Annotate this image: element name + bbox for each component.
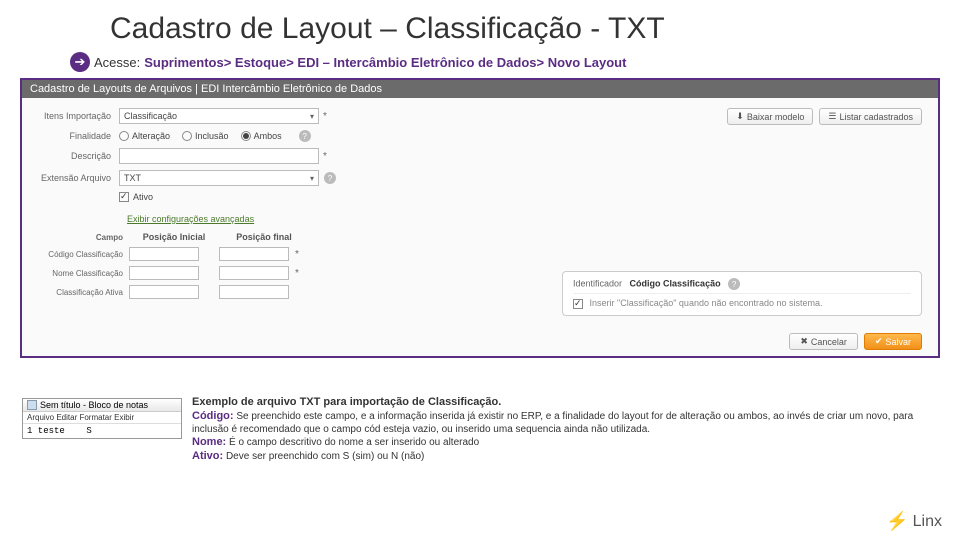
select-extensao[interactable]: TXT ▾ <box>119 170 319 186</box>
identificador-box: Identificador Código Classificação ? Ins… <box>562 271 922 316</box>
row-nome-label: Nome Classificação <box>34 269 129 278</box>
required-mark: * <box>295 249 299 260</box>
radio-ambos[interactable] <box>241 131 251 141</box>
desc-codigo-t: Se preenchido este campo, e a informação… <box>192 411 913 435</box>
ident-head-value: Código Classificação <box>630 279 721 289</box>
download-model-button[interactable]: ⬇ Baixar modelo <box>727 108 813 125</box>
notepad-icon <box>27 400 37 410</box>
breadcrumb: ➔ Acesse: Suprimentos> Estoque> EDI – In… <box>0 46 960 78</box>
desc-nome-h: Nome: <box>192 436 226 448</box>
desc-codigo-h: Código: <box>192 410 234 422</box>
desc-lead: Exemplo de arquivo TXT para importação d… <box>192 396 501 408</box>
notepad-window: Sem título - Bloco de notas Arquivo Edit… <box>22 398 182 439</box>
help-icon[interactable]: ? <box>299 130 311 142</box>
notepad-menu[interactable]: Arquivo Editar Formatar Exibir <box>23 412 181 424</box>
help-icon[interactable]: ? <box>324 172 336 184</box>
required-mark: * <box>295 268 299 279</box>
desc-ativo-h: Ativo: <box>192 450 223 462</box>
input-codigo-fin[interactable] <box>219 247 289 261</box>
input-codigo-ini[interactable] <box>129 247 199 261</box>
radio-alteracao-label: Alteração <box>132 131 170 141</box>
col-posfin: Posição final <box>219 232 309 242</box>
save-label: Salvar <box>885 337 911 347</box>
input-descricao[interactable] <box>119 148 319 164</box>
access-label: Acesse: <box>94 55 140 70</box>
download-icon: ⬇ <box>736 111 744 122</box>
list-registered-button[interactable]: ☰ Listar cadastrados <box>819 108 922 125</box>
desc-ativo-t: Deve ser preenchido com S (sim) ou N (nã… <box>223 451 424 462</box>
radio-inclusao[interactable] <box>182 131 192 141</box>
chevron-down-icon: ▾ <box>310 174 314 183</box>
cancel-label: Cancelar <box>811 337 847 347</box>
select-ext-value: TXT <box>124 173 141 183</box>
label-extensao: Extensão Arquivo <box>34 173 119 183</box>
col-posini: Posição Inicial <box>129 232 219 242</box>
input-ativa-ini[interactable] <box>129 285 199 299</box>
notepad-titlebar: Sem título - Bloco de notas <box>23 399 181 412</box>
list-label: Listar cadastrados <box>839 112 913 122</box>
ident-head-label: Identificador <box>573 279 622 289</box>
checkbox-ativo-label: Ativo <box>133 192 153 202</box>
desc-nome-t: É o campo descritivo do nome a ser inser… <box>226 437 479 448</box>
radio-ambos-label: Ambos <box>254 131 282 141</box>
row-codigo-label: Código Classificação <box>34 250 129 259</box>
page-title: Cadastro de Layout – Classificação - TXT <box>0 0 960 46</box>
advanced-link[interactable]: Exibir configurações avançadas <box>127 214 254 224</box>
select-itens-importacao[interactable]: Classificação ▾ <box>119 108 319 124</box>
chevron-down-icon: ▾ <box>310 112 314 121</box>
form-panel: Cadastro de Layouts de Arquivos | EDI In… <box>20 78 940 358</box>
input-ativa-fin[interactable] <box>219 285 289 299</box>
required-mark: * <box>323 111 327 122</box>
help-icon[interactable]: ? <box>728 278 740 290</box>
breadcrumb-path: Suprimentos> Estoque> EDI – Intercâmbio … <box>144 55 626 70</box>
save-button[interactable]: ✔ Salvar <box>864 333 922 350</box>
download-label: Baixar modelo <box>747 112 805 122</box>
check-icon: ✔ <box>875 336 883 347</box>
close-icon: ✖ <box>800 336 808 347</box>
checkbox-inserir[interactable] <box>573 299 583 309</box>
checkbox-ativo[interactable] <box>119 192 129 202</box>
bolt-icon: ⚡ <box>886 511 908 532</box>
select-value: Classificação <box>124 111 177 121</box>
required-mark: * <box>323 151 327 162</box>
description-block: Exemplo de arquivo TXT para importação d… <box>192 396 930 464</box>
label-itens-importacao: Itens Importação <box>34 111 119 121</box>
panel-title: Cadastro de Layouts de Arquivos | EDI In… <box>22 80 938 98</box>
notepad-title: Sem título - Bloco de notas <box>40 400 148 410</box>
ident-line-text: Inserir "Classificação" quando não encon… <box>590 298 823 308</box>
list-icon: ☰ <box>828 111 836 122</box>
label-finalidade: Finalidade <box>34 131 119 141</box>
input-nome-ini[interactable] <box>129 266 199 280</box>
label-descricao: Descrição <box>34 151 119 161</box>
col-campo: Campo <box>34 233 129 242</box>
notepad-body: 1 teste S <box>23 424 181 438</box>
radio-inclusao-label: Inclusão <box>195 131 229 141</box>
radio-alteracao[interactable] <box>119 131 129 141</box>
row-ativa-label: Classificação Ativa <box>34 288 129 297</box>
linx-logo: ⚡ Linx <box>886 511 942 532</box>
input-nome-fin[interactable] <box>219 266 289 280</box>
cancel-button[interactable]: ✖ Cancelar <box>789 333 858 350</box>
logo-text: Linx <box>913 513 942 531</box>
arrow-right-icon: ➔ <box>70 52 90 72</box>
